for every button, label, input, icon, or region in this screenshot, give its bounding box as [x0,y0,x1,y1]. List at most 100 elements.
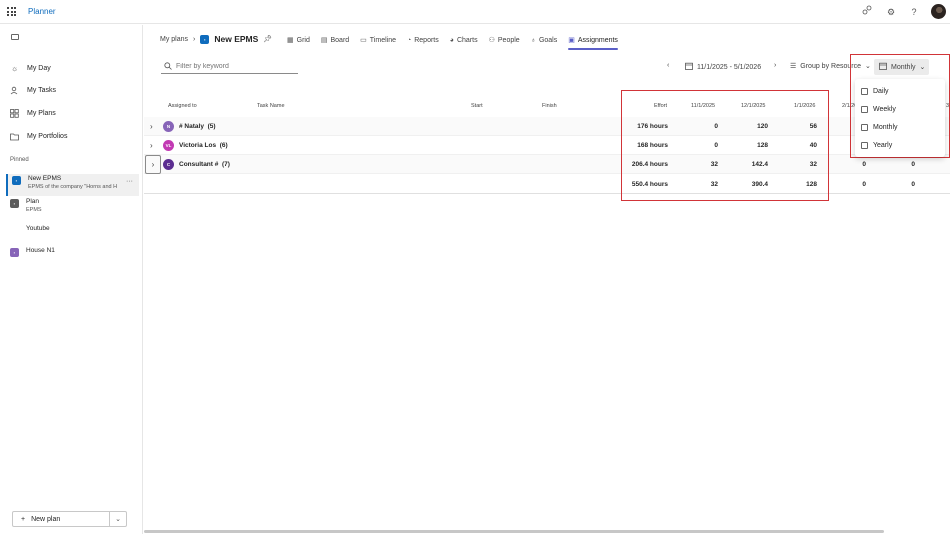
plan-icon: ▪ [200,34,210,44]
pinned-plan-new-epms[interactable]: ▪ New EPMS EPMS of the company "Horns an… [6,174,139,196]
avatar: VL [163,140,174,151]
folder-icon [10,132,19,141]
collapse-sidebar-icon[interactable] [11,34,19,40]
tab-label: Assignments [577,36,618,44]
tab-board[interactable]: ▤ Board [321,31,349,49]
chevron-right-icon: › [774,62,777,69]
top-bar: Planner ⚙ ? [0,0,950,24]
breadcrumb-parent[interactable]: My plans [160,36,188,43]
more-options-icon[interactable]: ··· [126,178,133,185]
sidebar-item-label: My Plans [27,109,56,117]
expand-chevron-icon[interactable]: › [150,122,153,131]
expand-chevron-icon[interactable]: › [150,141,153,150]
pinned-plan-house-n1[interactable]: ▪ House N1 [6,246,139,257]
tab-people[interactable]: ⚇ People [489,31,520,49]
tab-assignments[interactable]: ▣ Assignments [568,31,618,50]
sidebar-item-label: My Day [27,64,51,72]
plan-icon [10,226,19,235]
pinned-header: Pinned [10,157,29,163]
previous-period-button[interactable]: ‹ [667,62,669,69]
app-launcher-icon[interactable] [7,7,16,16]
pinned-plan-youtube[interactable]: Youtube [6,224,139,235]
menu-item-daily[interactable]: Daily [861,85,889,97]
timeline-icon: ▭ [360,37,367,44]
pinned-plan-subtitle: EPMS [26,207,42,213]
share-icon[interactable] [860,5,874,19]
plan-icon: ▪ [12,176,21,185]
menu-item-weekly[interactable]: Weekly [861,103,896,115]
gear-icon[interactable]: ⚙ [884,5,898,19]
tab-goals[interactable]: ♁ Goals [531,31,558,49]
app-title[interactable]: Planner [28,7,56,16]
next-period-button[interactable]: › [774,62,776,69]
people-icon: ⚇ [488,37,495,44]
pinned-plan-title: Youtube [26,225,50,232]
help-icon[interactable]: ? [907,5,921,19]
goals-icon: ♁ [530,36,536,44]
calendar-day-icon [861,87,868,95]
horizontal-scrollbar[interactable] [144,530,884,533]
column-header-assigned-to[interactable]: Assigned to [168,103,197,109]
calendar-month-icon [861,123,868,131]
column-header-start[interactable]: Start [471,103,483,109]
pin-icon[interactable]: 📌︎ [263,35,272,43]
list-icon: ☰ [790,63,797,70]
sun-icon: ☼ [10,63,19,73]
tab-label: Board [330,36,350,44]
table-row[interactable]: › VL Victoria Los (6) 168 hours 0 128 40… [144,136,950,155]
filter-box [161,60,298,74]
menu-item-monthly[interactable]: Monthly [861,121,898,133]
reports-icon: ◔ [407,36,412,44]
new-plan-button[interactable]: + New plan ⌄ [12,511,127,527]
tab-timeline[interactable]: ▭ Timeline [360,31,396,49]
sidebar-item-label: My Tasks [27,86,57,94]
menu-item-yearly[interactable]: Yearly [861,139,892,151]
chevron-down-icon[interactable]: ⌄ [110,515,126,523]
plan-icon: ▪ [10,248,19,257]
chevron-right-icon: › [193,35,196,43]
highlight-box-data [621,90,829,201]
tab-charts[interactable]: ◕ Charts [450,31,478,49]
page-title[interactable]: New EPMS [214,34,258,44]
plus-icon: + [21,515,26,523]
tab-reports[interactable]: ◔ Reports [407,31,439,49]
total-row: 550.4 hours 32 390.4 128 0 0 [144,175,950,194]
table-row[interactable]: › C Consultant # (7) 206.4 hours 32 142.… [144,155,950,174]
timescale-menu: Daily Weekly Monthly Yearly [855,79,945,157]
tab-grid[interactable]: ▦ Grid [287,31,310,49]
view-tabs: ▦ Grid ▤ Board ▭ Timeline ◔ Reports ◕ Charts … [287,31,618,50]
pinned-plan-title: House N1 [26,247,55,254]
assignments-icon: ▣ [568,37,575,44]
calendar-icon [685,62,693,72]
sidebar: ☼ My Day My Tasks My Plans My Portfolios… [0,25,143,534]
menu-item-label: Monthly [873,123,898,131]
column-header-task-name[interactable]: Task Name [257,103,285,109]
date-range-picker[interactable]: 11/1/2025 - 5/1/2026 [685,62,761,72]
filter-input[interactable] [176,63,294,70]
sidebar-item-my-day[interactable]: ☼ My Day [10,61,51,75]
pinned-plan-subtitle: EPMS of the company "Horns and H [28,184,118,190]
month-cell: 0 [862,161,866,168]
table-row[interactable]: › N # Nataly (5) 176 hours 0 120 56 0 0 [144,117,950,136]
calendar-week-icon [861,105,868,113]
sidebar-item-my-tasks[interactable]: My Tasks [10,83,56,97]
sidebar-item-my-plans[interactable]: My Plans [10,106,56,120]
column-header-finish[interactable]: Finish [542,103,557,109]
resource-name: Victoria Los (6) [179,142,228,149]
new-plan-label: New plan [31,515,61,523]
avatar: C [163,159,174,170]
pinned-plan-title: New EPMS [28,175,62,182]
new-plan-main[interactable]: + New plan [13,512,110,526]
person-check-icon [10,86,19,95]
expand-chevron-icon[interactable]: › [145,155,161,174]
plan-icon: ▪ [10,199,19,208]
date-range-label: 11/1/2025 - 5/1/2026 [697,63,762,71]
total-month-cell: 0 [862,181,866,188]
sidebar-item-my-portfolios[interactable]: My Portfolios [10,129,67,143]
charts-icon: ◕ [449,36,454,44]
pinned-plan-plan[interactable]: ▪ Plan EPMS [6,197,139,214]
avatar: N [163,121,174,132]
grid-icon [10,108,19,118]
tab-label: People [497,36,520,44]
avatar[interactable] [931,4,946,19]
